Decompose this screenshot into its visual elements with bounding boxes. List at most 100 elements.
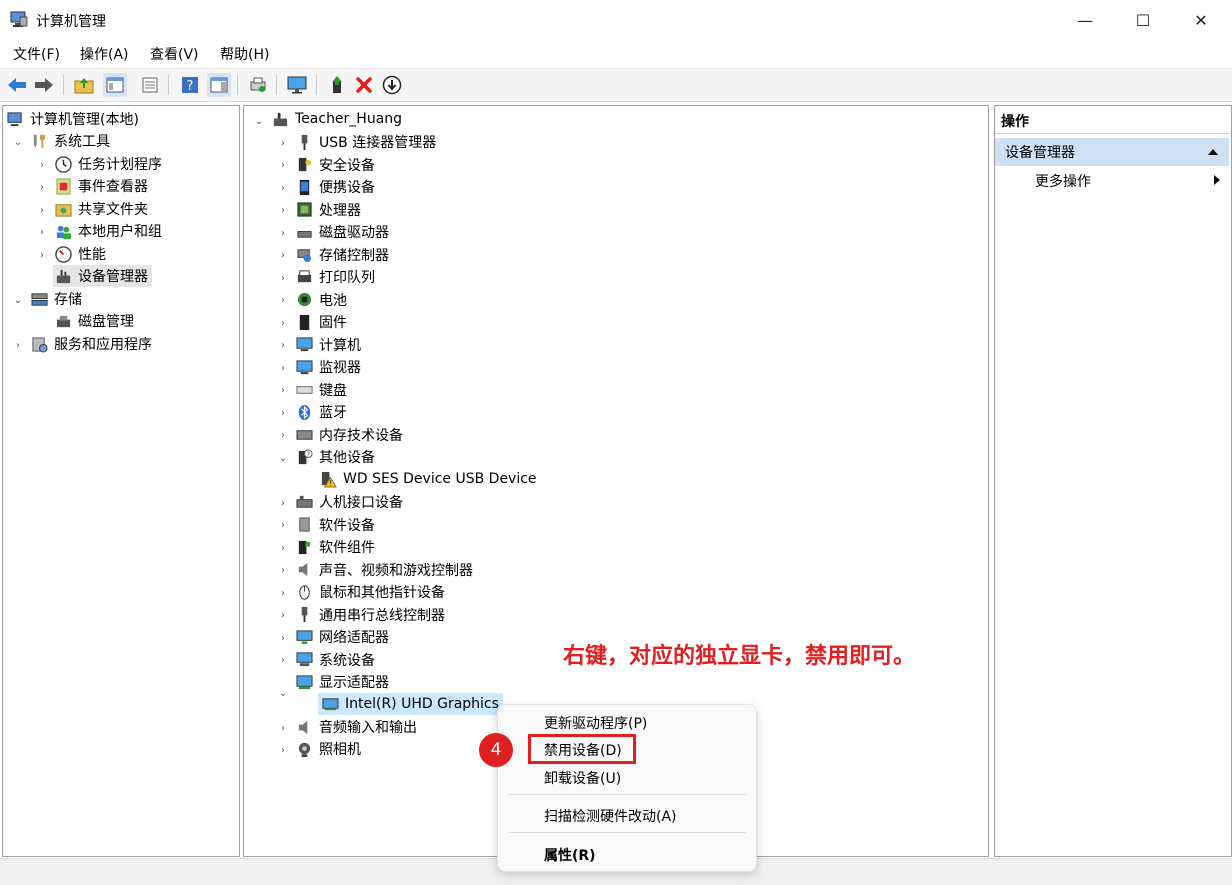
device-category[interactable]: 磁盘驱动器	[296, 221, 389, 243]
device-category[interactable]: 通用串行总线控制器	[296, 604, 445, 626]
chevron-right-icon[interactable]: ›	[278, 183, 288, 194]
device-category[interactable]: 监视器	[296, 356, 361, 378]
device-display-adapters[interactable]: 显示适配器	[296, 671, 389, 693]
chevron-right-icon[interactable]: ›	[278, 295, 288, 306]
device-category[interactable]: 软件设备	[296, 514, 375, 536]
device-category[interactable]: 固件	[296, 311, 347, 333]
chevron-right-icon[interactable]: ›	[278, 250, 288, 261]
device-category[interactable]: 网络适配器	[296, 626, 389, 648]
device-camera[interactable]: 照相机	[296, 738, 361, 760]
chevron-down-icon[interactable]: ⌄	[278, 453, 288, 464]
chevron-right-icon[interactable]: ›	[278, 723, 288, 734]
device-category[interactable]: 键盘	[296, 379, 347, 401]
chevron-down-icon[interactable]: ⌄	[254, 116, 264, 127]
device-category[interactable]: 计算机	[296, 334, 361, 356]
chevron-right-icon[interactable]: ›	[278, 498, 288, 509]
collapse-triangle-icon[interactable]	[1207, 148, 1219, 156]
menu-action[interactable]: 操作(A)	[80, 44, 129, 64]
tree-system-tools[interactable]: 系统工具	[31, 130, 110, 152]
show-hide-tree-button[interactable]	[103, 73, 127, 97]
chevron-right-icon[interactable]: ›	[278, 408, 288, 419]
disable-device-button[interactable]	[380, 73, 404, 97]
chevron-right-icon[interactable]: ›	[278, 363, 288, 374]
device-intel-gpu[interactable]: Intel(R) UHD Graphics	[318, 693, 503, 715]
properties-toolbar-button[interactable]	[138, 73, 162, 97]
device-audio-io[interactable]: 音频输入和输出	[296, 716, 417, 738]
close-button[interactable]: ✕	[1172, 0, 1230, 40]
device-category[interactable]: 便携设备	[296, 176, 375, 198]
chevron-right-icon[interactable]: ›	[37, 205, 47, 216]
chevron-right-icon[interactable]: ›	[37, 227, 47, 238]
tree-event-viewer[interactable]: 事件查看器	[55, 175, 148, 197]
menu-help[interactable]: 帮助(H)	[220, 44, 269, 64]
tree-device-manager[interactable]: 设备管理器	[53, 265, 152, 287]
forward-button[interactable]	[32, 73, 56, 97]
device-category[interactable]: USB 连接器管理器	[296, 131, 436, 153]
chevron-right-icon[interactable]: ›	[278, 588, 288, 599]
device-wd-ses[interactable]: ! WD SES Device USB Device	[320, 468, 537, 490]
tree-local-users[interactable]: 本地用户和组	[55, 220, 162, 242]
tree-performance[interactable]: 性能	[55, 243, 106, 265]
chevron-right-icon[interactable]: ›	[278, 565, 288, 576]
scan-hardware-button[interactable]	[246, 73, 270, 97]
ctx-properties[interactable]: 属性(R)	[544, 845, 596, 865]
uninstall-device-button[interactable]	[352, 73, 376, 97]
device-category[interactable]: 安全设备	[296, 154, 375, 176]
device-category[interactable]: 打印队列	[296, 266, 375, 288]
chevron-right-icon[interactable]: ›	[278, 520, 288, 531]
chevron-right-icon[interactable]: ›	[278, 273, 288, 284]
actions-section-device-manager[interactable]: 设备管理器	[995, 138, 1229, 166]
actions-more[interactable]: 更多操作	[1035, 170, 1091, 192]
device-root[interactable]: Teacher_Huang	[272, 108, 402, 130]
ctx-update-driver[interactable]: 更新驱动程序(P)	[544, 713, 647, 733]
action-pane-button[interactable]	[207, 73, 231, 97]
update-driver-button[interactable]	[325, 73, 349, 97]
monitor-button[interactable]	[285, 73, 309, 97]
chevron-right-icon[interactable]: ›	[278, 655, 288, 666]
chevron-right-icon[interactable]: ›	[37, 182, 47, 193]
tree-task-scheduler[interactable]: 任务计划程序	[55, 153, 162, 175]
tree-disk-management[interactable]: 磁盘管理	[55, 310, 134, 332]
chevron-right-icon[interactable]: ›	[278, 430, 288, 441]
tree-services-apps[interactable]: 服务和应用程序	[31, 333, 152, 355]
ctx-scan-hardware[interactable]: 扫描检测硬件改动(A)	[544, 806, 677, 826]
chevron-right-icon[interactable]: ›	[13, 340, 23, 351]
device-category[interactable]: 人机接口设备	[296, 491, 403, 513]
tree-root[interactable]: 计算机管理(本地)	[7, 108, 139, 130]
up-folder-button[interactable]	[72, 73, 96, 97]
chevron-right-icon[interactable]: ›	[278, 205, 288, 216]
chevron-right-icon[interactable]: ›	[278, 633, 288, 644]
chevron-right-icon[interactable]: ›	[278, 610, 288, 621]
help-button[interactable]: ?	[178, 73, 202, 97]
chevron-right-icon[interactable]: ›	[278, 318, 288, 329]
chevron-right-icon[interactable]: ›	[278, 543, 288, 554]
chevron-right-icon[interactable]: ›	[278, 228, 288, 239]
tree-shared-folders[interactable]: 共享文件夹	[55, 198, 148, 220]
device-category[interactable]: 电池	[296, 289, 347, 311]
menu-view[interactable]: 查看(V)	[150, 44, 199, 64]
device-category[interactable]: 内存技术设备	[296, 424, 403, 446]
device-category[interactable]: 存储控制器	[296, 244, 389, 266]
chevron-right-icon[interactable]: ›	[278, 385, 288, 396]
chevron-right-icon[interactable]: ›	[278, 138, 288, 149]
maximize-button[interactable]: ☐	[1114, 0, 1172, 40]
chevron-right-icon[interactable]: ›	[278, 160, 288, 171]
ctx-uninstall-device[interactable]: 卸载设备(U)	[544, 768, 621, 788]
device-category[interactable]: 蓝牙	[296, 401, 347, 423]
chevron-right-icon[interactable]: ›	[278, 340, 288, 351]
chevron-right-icon[interactable]: ›	[37, 160, 47, 171]
tree-storage[interactable]: 存储	[31, 288, 82, 310]
back-button[interactable]	[5, 73, 29, 97]
device-category[interactable]: 软件组件	[296, 536, 375, 558]
device-category[interactable]: 声音、视频和游戏控制器	[296, 559, 473, 581]
device-category[interactable]: 系统设备	[296, 649, 375, 671]
chevron-right-icon[interactable]: ›	[37, 250, 47, 261]
minimize-button[interactable]: —	[1056, 0, 1114, 40]
chevron-down-icon[interactable]: ⌄	[13, 295, 23, 306]
chevron-right-icon[interactable]: ›	[278, 745, 288, 756]
device-other-devices[interactable]: ? 其他设备	[296, 446, 375, 468]
chevron-down-icon[interactable]: ⌄	[278, 688, 288, 699]
chevron-down-icon[interactable]: ⌄	[13, 137, 23, 148]
device-category[interactable]: 鼠标和其他指针设备	[296, 581, 445, 603]
device-category[interactable]: 处理器	[296, 199, 361, 221]
